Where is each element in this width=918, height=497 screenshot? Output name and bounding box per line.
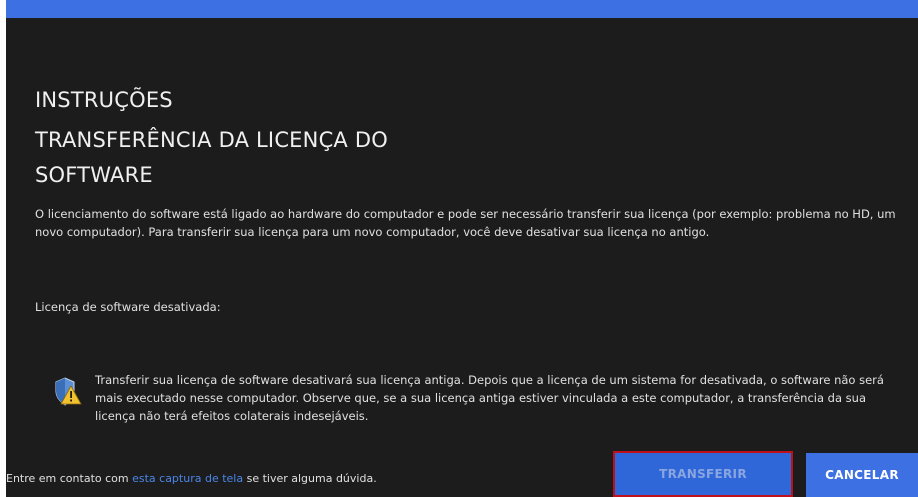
shield-warning-icon	[54, 377, 82, 407]
page-title-instructions: INSTRUÇÕES	[35, 88, 173, 112]
transfer-button[interactable]: TRANSFERIR	[613, 451, 793, 497]
warning-text: Transferir sua licença de software desat…	[95, 373, 884, 423]
title-bar	[6, 0, 918, 18]
footer-suffix: se tiver alguma dúvida.	[243, 472, 377, 485]
cancel-button[interactable]: CANCELAR	[806, 453, 918, 497]
contact-link[interactable]: esta captura de tela	[132, 472, 243, 485]
page-title-line2: SOFTWARE	[35, 163, 153, 187]
footer-contact: Entre em contato com esta captura de tel…	[6, 472, 377, 485]
license-transfer-dialog: INSTRUÇÕES TRANSFERÊNCIA DA LICENÇA DO S…	[6, 0, 918, 497]
deactivated-license-label: Licença de software desativada:	[35, 300, 221, 314]
page-title-line1: TRANSFERÊNCIA DA LICENÇA DO	[35, 128, 388, 152]
description-text: O licenciamento do software está ligado …	[35, 207, 896, 239]
footer-prefix: Entre em contato com	[6, 472, 133, 485]
